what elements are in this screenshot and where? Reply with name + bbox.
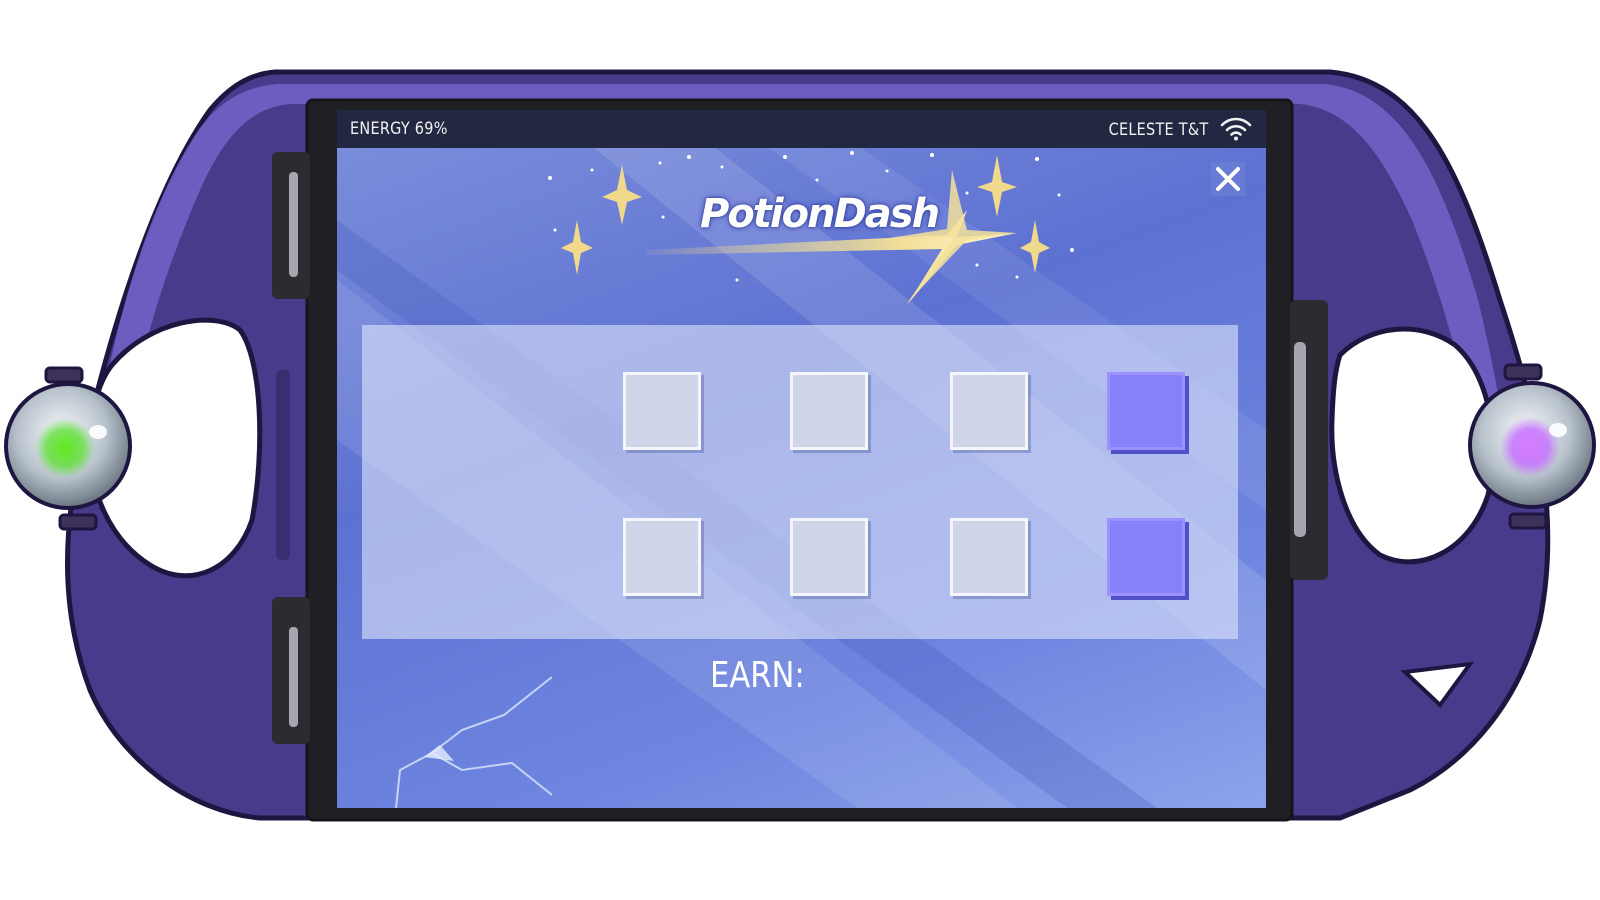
game-screen: ENERGY 69% CELESTE T&T PotionDash EARN: xyxy=(337,110,1266,808)
close-button[interactable] xyxy=(1211,162,1245,196)
slot-row2-col1[interactable] xyxy=(623,518,701,596)
status-bar: ENERGY 69% CELESTE T&T xyxy=(337,110,1266,148)
wifi-icon xyxy=(1220,117,1252,141)
energy-indicator: ENERGY 69% xyxy=(350,119,448,139)
carrier-name: CELESTE T&T xyxy=(1108,120,1208,140)
earn-label: EARN: xyxy=(710,655,805,696)
slot-row2-col4[interactable] xyxy=(1107,518,1185,596)
slot-row1-col4[interactable] xyxy=(1107,372,1185,450)
slot-row1-col1[interactable] xyxy=(623,372,701,450)
slot-row2-col2[interactable] xyxy=(790,518,868,596)
reward-slot-panel xyxy=(362,325,1238,639)
slot-row1-col2[interactable] xyxy=(790,372,868,450)
slot-row2-col3[interactable] xyxy=(950,518,1028,596)
slot-row1-col3[interactable] xyxy=(950,372,1028,450)
screen-crack xyxy=(395,676,553,808)
logo-wordmark: PotionDash xyxy=(700,191,940,237)
